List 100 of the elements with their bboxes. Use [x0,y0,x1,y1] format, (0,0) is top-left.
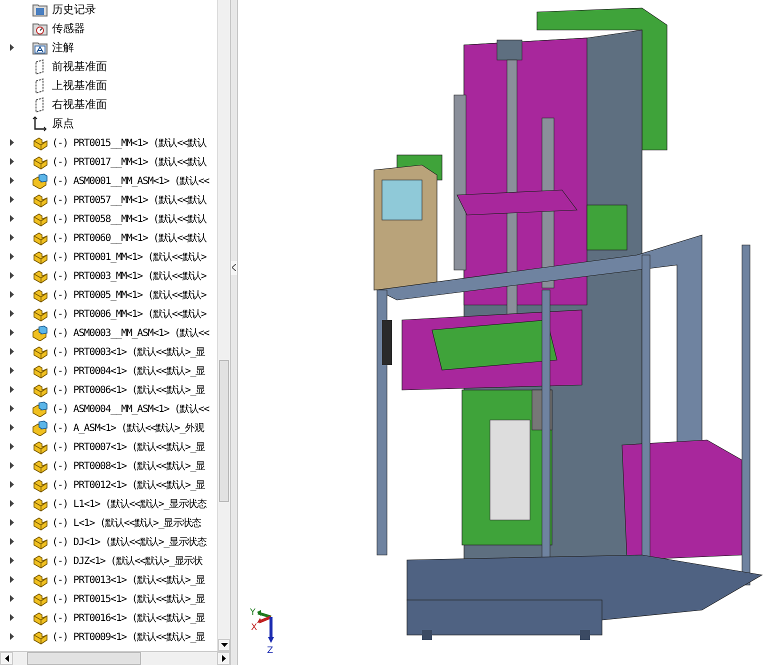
expand-arrow-icon[interactable] [10,386,14,393]
expand-arrow-icon[interactable] [10,595,14,602]
tree-item[interactable]: (-) PRT0006_MM<1> (默认<<默认> [52,306,206,320]
tree-item[interactable]: (-) PRT0004<1> (默认<<默认>_显 [52,364,205,378]
tree-item[interactable]: (-) PRT0008<1> (默认<<默认>_显 [52,458,205,472]
expand-arrow-icon[interactable] [10,348,14,355]
part-icon [32,628,48,644]
tree-item[interactable]: (-) PRT0006<1> (默认<<默认>_显 [52,382,205,396]
part-icon [32,210,48,226]
part-icon [32,154,48,170]
expand-arrow-icon[interactable] [10,481,14,488]
tree-item[interactable]: 右视基准面 [52,97,107,112]
expand-arrow-icon[interactable] [10,576,14,583]
tree-item[interactable]: (-) ASM0003__MM_ASM<1> (默认<< [52,326,209,340]
tree-item[interactable]: (-) DJ<1> (默认<<默认>_显示状态 [52,534,206,548]
axis-label: Y [250,608,256,618]
tree-item[interactable]: (-) L1<1> (默认<<默认>_显示状态 [52,496,206,510]
expand-arrow-icon[interactable] [10,538,14,545]
expand-arrow-icon[interactable] [10,158,14,165]
assembly-icon [32,400,48,416]
vertical-scrollbar[interactable] [217,0,230,651]
part-icon [32,552,48,568]
tree-item[interactable]: 原点 [52,116,74,131]
tree-item[interactable]: (-) A_ASM<1> (默认<<默认>_外观 [52,420,204,434]
part-icon [32,496,48,512]
axis-label: X [251,623,258,633]
expand-arrow-icon[interactable] [10,557,14,564]
expand-arrow-icon[interactable] [10,329,14,336]
tree-item[interactable]: (-) PRT0015__MM<1> (默认<<默认 [52,136,206,150]
tree-item[interactable]: (-) PRT0001_MM<1> (默认<<默认> [52,250,206,264]
part-icon [32,476,48,492]
tree-item[interactable]: (-) PRT0003_MM<1> (默认<<默认> [52,268,206,282]
scroll-left-button[interactable] [0,652,13,665]
collapse-handle[interactable] [231,260,237,274]
part-icon [32,572,48,588]
tree-item[interactable]: (-) ASM0004__MM_ASM<1> (默认<< [52,402,209,416]
tree-item[interactable]: (-) PRT0012<1> (默认<<默认>_显 [52,478,205,492]
scroll-right-button[interactable] [217,652,230,665]
expand-arrow-icon[interactable] [10,272,14,279]
part-icon [32,590,48,606]
expand-arrow-icon[interactable] [10,443,14,450]
expand-arrow-icon[interactable] [10,44,14,51]
expand-arrow-icon[interactable] [10,614,14,621]
part-icon [32,192,48,208]
chevron-icon [232,264,236,271]
expand-arrow-icon[interactable] [10,500,14,507]
part-icon [32,286,48,302]
part-icon [32,268,48,284]
part-icon [32,610,48,626]
part-icon [32,134,48,150]
horizontal-scrollbar[interactable] [0,651,230,665]
tree-item[interactable]: (-) PRT0057__MM<1> (默认<<默认 [52,192,206,206]
expand-arrow-icon[interactable] [10,139,14,146]
tree-item[interactable]: 前视基准面 [52,59,107,74]
part-icon [32,362,48,378]
part-icon [32,248,48,264]
origin-icon [32,116,48,132]
expand-arrow-icon[interactable] [10,234,14,241]
tree-item[interactable]: (-) PRT0015<1> (默认<<默认>_显 [52,592,205,606]
part-icon [32,514,48,530]
expand-arrow-icon[interactable] [10,367,14,374]
tree-item[interactable]: (-) PRT0005_MM<1> (默认<<默认> [52,288,206,302]
history-folder-icon [32,2,48,18]
tree-item[interactable]: (-) PRT0016<1> (默认<<默认>_显 [52,610,205,624]
expand-arrow-icon[interactable] [10,633,14,640]
part-icon [32,438,48,454]
expand-arrow-icon[interactable] [10,310,14,317]
expand-arrow-icon[interactable] [10,196,14,203]
part-icon [32,344,48,360]
tree-item[interactable]: (-) L<1> (默认<<默认>_显示状态 [52,516,201,530]
right-arrow-icon [222,655,226,662]
tree-item[interactable]: (-) PRT0009<1> (默认<<默认>_显 [52,630,205,644]
left-arrow-icon [4,655,8,662]
tree-item[interactable]: (-) PRT0017__MM<1> (默认<<默认 [52,154,206,168]
tree-item[interactable]: 历史记录 [52,2,96,17]
expand-arrow-icon[interactable] [10,424,14,431]
tree-item[interactable]: 上视基准面 [52,78,107,93]
expand-arrow-icon[interactable] [10,291,14,298]
assembly-icon [32,420,48,436]
tree-item[interactable]: (-) ASM0001__MM_ASM<1> (默认<< [52,174,209,188]
tree-item[interactable]: 传感器 [52,21,85,36]
scrollbar-thumb[interactable] [219,360,229,502]
part-icon [32,230,48,246]
tree-item[interactable]: (-) PRT0060__MM<1> (默认<<默认 [52,230,206,244]
expand-arrow-icon[interactable] [10,405,14,412]
tree-item[interactable]: (-) PRT0003<1> (默认<<默认>_显 [52,344,205,358]
expand-arrow-icon[interactable] [10,215,14,222]
tree-item[interactable]: 注解 [52,40,74,55]
expand-arrow-icon[interactable] [10,253,14,260]
part-icon [32,534,48,550]
axis-triad-icon [257,610,274,643]
tree-item[interactable]: (-) DJZ<1> (默认<<默认>_显示状 [52,554,202,568]
expand-arrow-icon[interactable] [10,177,14,184]
tree-item[interactable]: (-) PRT0013<1> (默认<<默认>_显 [52,572,205,586]
expand-arrow-icon[interactable] [10,519,14,526]
tree-item[interactable]: (-) PRT0007<1> (默认<<默认>_显 [52,440,205,454]
scrollbar-thumb[interactable] [27,652,141,665]
expand-arrow-icon[interactable] [10,462,14,469]
scroll-down-button[interactable] [218,639,230,651]
tree-item[interactable]: (-) PRT0058__MM<1> (默认<<默认 [52,212,206,226]
